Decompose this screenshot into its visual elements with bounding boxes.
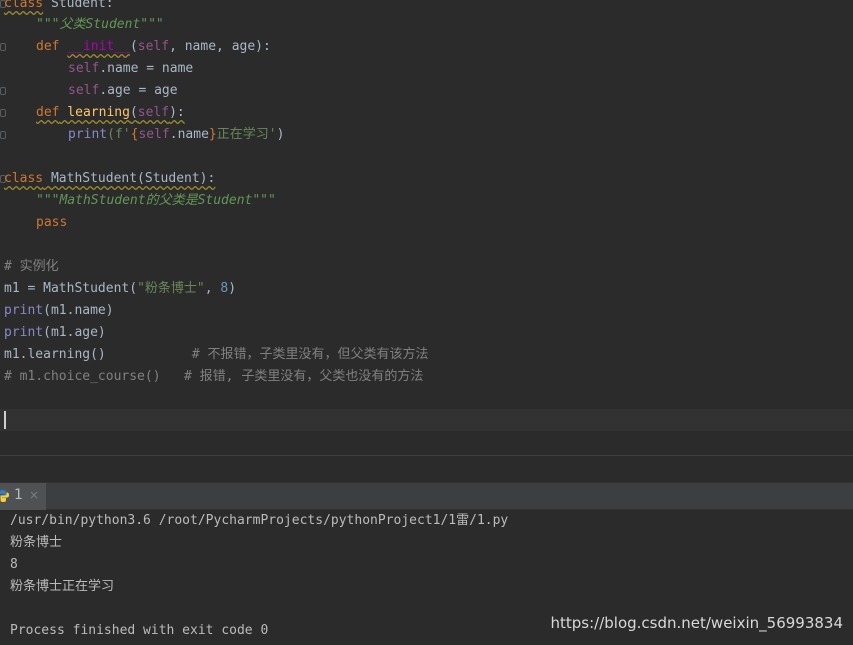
docstring: """MathStudent的父类是Student""" [36, 193, 276, 208]
code-text: } [208, 127, 217, 142]
code-text: (m1.age) [43, 325, 106, 340]
code-line: print(f'{self.name}正在学习') [68, 124, 284, 146]
fold-marker-icon[interactable] [0, 131, 6, 139]
string-literal: 正在学习' [216, 127, 277, 142]
keyword: def [36, 105, 60, 120]
code-line: """父类Student""" [36, 14, 164, 36]
run-tab[interactable]: 1 × [0, 483, 46, 510]
code-text: MathStudent(Student): [43, 171, 216, 186]
code-text: ( [129, 105, 138, 120]
watermark-text: https://blog.csdn.net/weixin_56993834 [550, 614, 843, 632]
panel-splitter[interactable] [0, 456, 853, 482]
code-text: .name = name [99, 61, 194, 76]
docstring: """父类Student""" [36, 17, 164, 32]
code-line: class MathStudent(Student): [4, 168, 215, 190]
code-text: .age = age [99, 83, 178, 98]
code-line: # m1.choice_course() # 报错, 子类里没有，父类也没有的方… [4, 366, 423, 388]
run-tab-bar: 1 × [0, 482, 853, 510]
function-name: learning [59, 105, 130, 120]
code-editor[interactable]: class Student: """父类Student""" def __ini… [0, 0, 853, 455]
code-text: ) [228, 281, 237, 296]
code-line: print(m1.name) [4, 300, 114, 322]
code-line: # 实例化 [4, 256, 59, 278]
keyword: def [36, 39, 60, 54]
code-text: ) [276, 127, 285, 142]
builtin-function: print [68, 127, 108, 142]
code-line: m1.learning() # 不报错，子类里没有，但父类有该方法 [4, 344, 429, 366]
python-icon [0, 490, 9, 502]
code-text: (m1.name) [43, 303, 114, 318]
keyword: pass [36, 215, 68, 230]
code-line: class Student: [4, 0, 114, 15]
console-line: 粉条博士正在学习 [10, 579, 115, 594]
fold-marker-icon[interactable] [0, 109, 6, 117]
builtin-function: print [4, 325, 44, 340]
code-line: m1 = MathStudent("粉条博士", 8) [4, 278, 236, 300]
code-text: , name, age): [169, 39, 271, 54]
code-line: def learning(self): [36, 102, 185, 124]
close-icon[interactable]: × [29, 488, 39, 502]
fold-marker-icon[interactable] [0, 43, 6, 51]
keyword: class [4, 171, 44, 186]
code-text: ): [169, 105, 185, 120]
code-text: .name [169, 127, 209, 142]
code-line: """MathStudent的父类是Student""" [36, 190, 276, 212]
comment: # 不报错，子类里没有，但父类有该方法 [191, 347, 429, 362]
self-keyword: self [137, 39, 170, 54]
code-line: self.name = name [68, 58, 193, 80]
string-literal: (f' [107, 127, 131, 142]
run-tab-label: 1 [14, 487, 23, 503]
comment: # 实例化 [4, 259, 59, 274]
keyword: class [4, 0, 44, 11]
code-text: Student: [43, 0, 114, 11]
console-line: /usr/bin/python3.6 /root/PycharmProjects… [10, 513, 509, 528]
self-keyword: self [137, 105, 170, 120]
code-line: print(m1.age) [4, 322, 106, 344]
comment: # m1.choice_course() # 报错, 子类里没有，父类也没有的方… [4, 369, 424, 384]
current-line-highlight [0, 409, 853, 431]
fold-marker-icon[interactable] [0, 87, 6, 95]
self-keyword: self [68, 83, 100, 98]
console-line: 粉条博士 [10, 535, 63, 550]
self-keyword: self [138, 127, 170, 142]
code-text: m1.learning() [4, 347, 192, 362]
text-caret [4, 411, 6, 429]
code-line: self.age = age [68, 80, 178, 102]
code-line: def __init__(self, name, age): [36, 36, 271, 58]
builtin-function: print [4, 303, 44, 318]
string-literal: "粉条博士" [137, 281, 205, 296]
console-line: 8 [10, 557, 18, 572]
console-line: Process finished with exit code 0 [10, 623, 269, 638]
self-keyword: self [68, 61, 100, 76]
code-text: ( [129, 39, 138, 54]
function-name: __init__ [67, 39, 130, 54]
code-text: , [204, 281, 221, 296]
code-text: m1 = MathStudent( [4, 281, 138, 296]
code-line: pass [36, 212, 67, 234]
